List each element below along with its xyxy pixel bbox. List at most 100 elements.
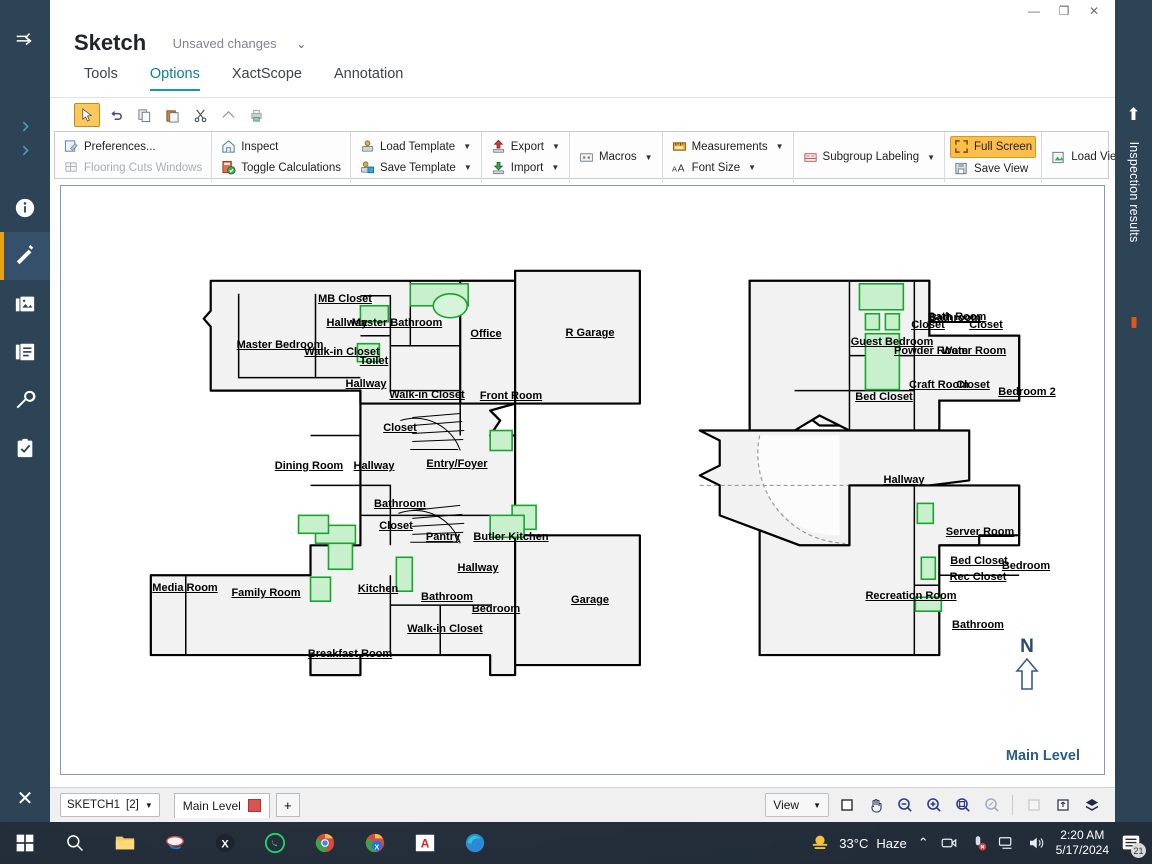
chevron-right-2-icon[interactable] — [0, 126, 50, 174]
layers-icon[interactable] — [1080, 794, 1103, 816]
xactimate-icon[interactable]: X — [200, 822, 250, 864]
room-label: Hallway — [353, 460, 395, 472]
paint-icon[interactable] — [150, 822, 200, 864]
checklist-icon[interactable] — [0, 424, 50, 472]
weather-widget[interactable]: 33°C Haze — [809, 832, 907, 854]
room-label: Walk-in Closet — [389, 389, 465, 401]
select-arrow-icon[interactable] — [74, 103, 100, 127]
view-label: View — [773, 798, 800, 812]
macros-label: Macros — [598, 151, 637, 163]
zoom-in-icon[interactable] — [922, 794, 945, 816]
paste-icon[interactable] — [160, 104, 184, 126]
measurements-button[interactable]: Measurements ▼ — [668, 137, 788, 157]
minimize-button[interactable]: — — [1019, 0, 1049, 22]
inspection-results-label[interactable]: Inspection results — [1127, 142, 1141, 243]
chevron-down-icon[interactable]: ▼ — [813, 801, 821, 810]
start-button[interactable] — [0, 822, 50, 864]
tab-xactscope[interactable]: XactScope — [232, 66, 302, 91]
chevron-down-icon[interactable]: ▼ — [463, 142, 471, 151]
undo-icon[interactable] — [104, 104, 128, 126]
subgroup-labeling-button[interactable]: Subgroup Labeling ▼ — [799, 147, 939, 167]
macros-icon — [579, 150, 594, 165]
chevron-down-icon[interactable]: ▼ — [927, 153, 935, 162]
room-label: Toilet — [359, 355, 389, 367]
notification-center-button[interactable]: 21 — [1120, 832, 1146, 858]
network-icon[interactable] — [998, 834, 1016, 852]
level-tab-main-level[interactable]: Main Level — [173, 792, 270, 818]
save-template-button[interactable]: Save Template ▼ — [356, 158, 476, 178]
info-icon[interactable] — [0, 184, 50, 232]
search-icon[interactable] — [50, 822, 100, 864]
cut-icon[interactable] — [188, 104, 212, 126]
edge-icon[interactable] — [450, 822, 500, 864]
volume-icon[interactable] — [1027, 834, 1045, 852]
export-image-icon[interactable] — [1051, 794, 1074, 816]
photos-icon[interactable] — [0, 280, 50, 328]
sketch-canvas[interactable]: Master Bedroom MB Closet Hallway Master … — [60, 185, 1105, 775]
chrome-x-icon[interactable]: X — [350, 822, 400, 864]
import-button[interactable]: Import ▼ — [487, 158, 564, 178]
full-screen-button[interactable]: Full Screen — [950, 135, 1037, 158]
inspect-button[interactable]: Inspect — [217, 137, 345, 157]
import-icon — [491, 160, 506, 175]
mic-muted-icon[interactable] — [969, 834, 987, 852]
chevron-down-icon[interactable]: ▼ — [551, 163, 559, 172]
toggle-calculations-button[interactable]: Toggle Calculations — [217, 158, 345, 178]
chevron-down-icon[interactable]: ▼ — [748, 163, 756, 172]
save-template-icon — [360, 160, 375, 175]
white-square-icon[interactable] — [1022, 794, 1045, 816]
save-view-button[interactable]: Save View — [950, 159, 1036, 179]
ribbon-group-inspect: Inspect Toggle Calculations — [212, 132, 351, 182]
room-label: MB Closet — [318, 293, 372, 305]
collapse-arrow-icon[interactable] — [0, 16, 50, 64]
zoom-out-icon[interactable] — [893, 794, 916, 816]
zoom-selection-icon[interactable] — [951, 794, 974, 816]
sketch-pencil-icon[interactable] — [0, 232, 50, 280]
tab-tools[interactable]: Tools — [84, 66, 118, 91]
room-label: Bathroom — [952, 619, 1004, 631]
tab-annotation[interactable]: Annotation — [334, 66, 403, 91]
preferences-button[interactable]: Preferences... — [60, 137, 206, 157]
file-explorer-icon[interactable] — [100, 822, 150, 864]
close-window-button[interactable]: ✕ — [1079, 0, 1109, 22]
view-dropdown[interactable]: View ▼ — [765, 793, 829, 817]
chevron-down-icon[interactable]: ▼ — [645, 153, 653, 162]
clock[interactable]: 2:20 AM 5/17/2024 — [1056, 828, 1109, 858]
print-icon[interactable] — [244, 104, 268, 126]
quick-access-toolbar — [50, 98, 1115, 129]
macros-button[interactable]: Macros ▼ — [575, 147, 657, 167]
expand-panel-icon[interactable]: ⬆ — [1126, 105, 1140, 125]
autocad-icon[interactable]: A — [400, 822, 450, 864]
floor-plan-drawing[interactable] — [61, 186, 1104, 773]
fit-page-icon[interactable] — [835, 794, 858, 816]
sketch-selector[interactable]: SKETCH1 [2] ▼ — [60, 793, 160, 817]
chevron-down-icon[interactable]: ▼ — [145, 801, 153, 810]
export-icon — [491, 139, 506, 154]
show-hidden-icons-chevron-icon[interactable]: ⌃ — [918, 835, 929, 851]
copy-icon[interactable] — [132, 104, 156, 126]
flooring-cuts-windows-button[interactable]: Flooring Cuts Windows — [60, 158, 206, 178]
whatsapp-icon[interactable] — [250, 822, 300, 864]
restore-button[interactable]: ❐ — [1049, 0, 1079, 22]
tab-options[interactable]: Options — [149, 66, 200, 91]
load-template-button[interactable]: Load Template ▼ — [356, 137, 476, 157]
pan-hand-icon[interactable] — [864, 794, 887, 816]
camera-tray-icon[interactable] — [940, 834, 958, 852]
roof-icon[interactable] — [216, 104, 240, 126]
chrome-icon[interactable] — [300, 822, 350, 864]
ribbon: Preferences... Flooring Cuts Windows Ins… — [50, 97, 1141, 182]
zoom-window-icon[interactable] — [980, 794, 1003, 816]
documents-icon[interactable] — [0, 328, 50, 376]
font-size-button[interactable]: AA Font Size ▼ — [668, 158, 788, 178]
chevron-down-icon[interactable]: ▼ — [776, 142, 784, 151]
tools-wrench-icon[interactable] — [0, 376, 50, 424]
chevron-down-icon[interactable]: ▼ — [552, 142, 560, 151]
close-level-icon[interactable] — [247, 799, 261, 812]
chevron-down-icon[interactable]: ⌄ — [296, 37, 306, 51]
ribbon-group-labeling: Subgroup Labeling ▼ — [794, 132, 946, 182]
chevron-down-icon[interactable]: ▼ — [464, 163, 472, 172]
add-level-button[interactable]: + — [275, 793, 300, 817]
font-size-label: Font Size — [691, 161, 741, 174]
export-button[interactable]: Export ▼ — [487, 137, 564, 157]
close-icon[interactable]: ✕ — [0, 774, 50, 822]
